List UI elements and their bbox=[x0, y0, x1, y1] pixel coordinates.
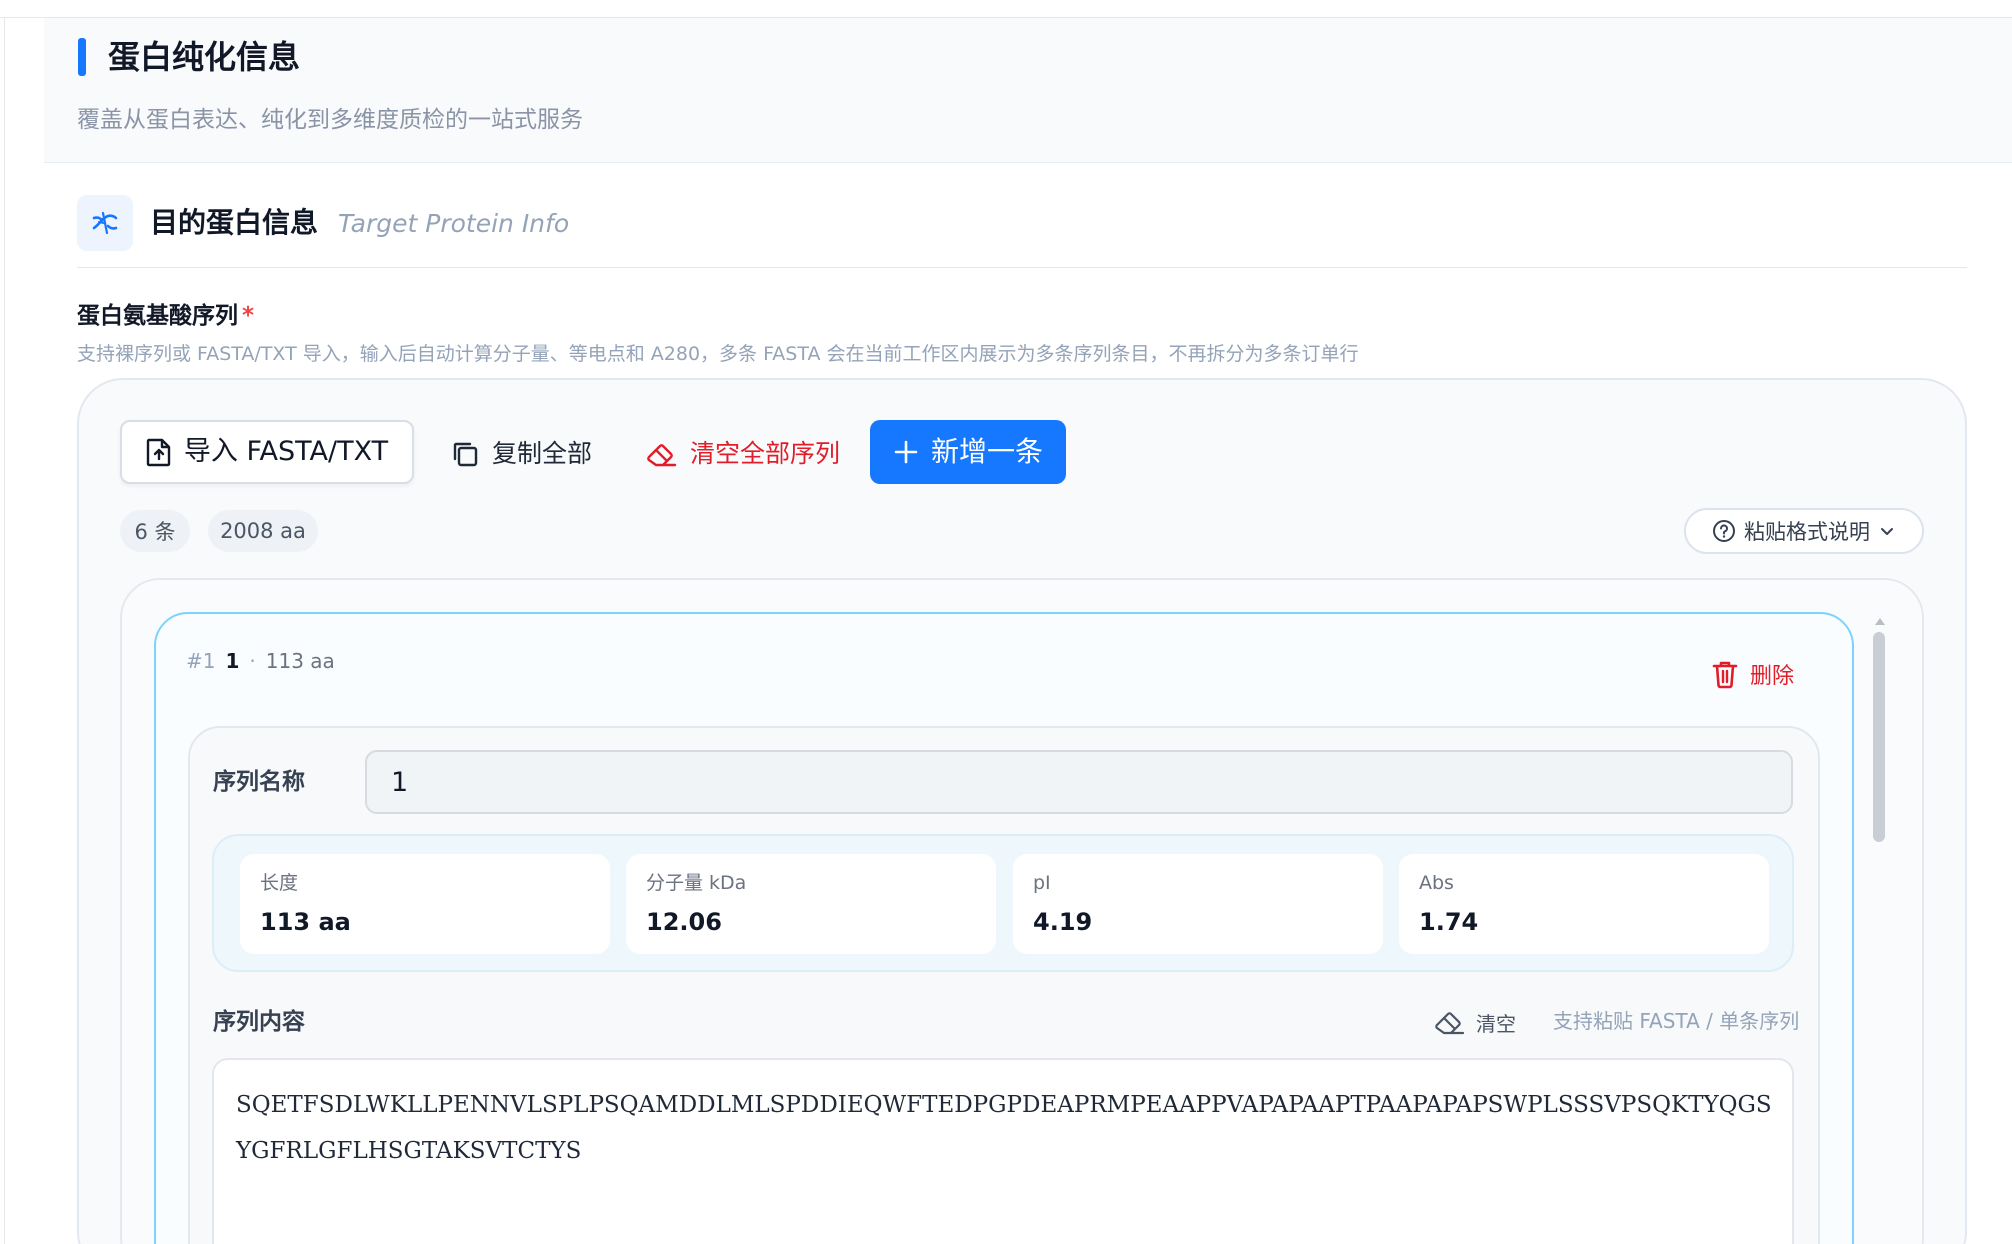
sequence-card-length: 113 aa bbox=[265, 649, 335, 673]
section-subtitle: 覆盖从蛋白表达、纯化到多维度质检的一站式服务 bbox=[77, 107, 583, 133]
clear-sequence-label: 清空 bbox=[1476, 1011, 1516, 1036]
sequence-card-header: #1 1 · 113 aa bbox=[186, 646, 335, 676]
total-length-badge: 2008 aa bbox=[208, 510, 318, 552]
delete-sequence-button[interactable]: 删除 bbox=[1712, 654, 1794, 694]
stat-value: 4.19 bbox=[1033, 908, 1093, 936]
help-circle-icon bbox=[1712, 519, 1736, 543]
clear-all-button[interactable]: 清空全部序列 bbox=[646, 426, 840, 482]
separator-dot: · bbox=[249, 649, 256, 673]
sequence-index: #1 bbox=[186, 649, 216, 673]
stat-abs: Abs 1.74 bbox=[1399, 854, 1769, 954]
stat-value: 1.74 bbox=[1419, 908, 1479, 936]
sequence-name-input[interactable] bbox=[365, 750, 1793, 814]
delete-sequence-label: 删除 bbox=[1750, 664, 1795, 689]
stat-length: 长度 113 aa bbox=[240, 854, 610, 954]
copy-all-label: 复制全部 bbox=[492, 439, 593, 468]
copy-all-button[interactable]: 复制全部 bbox=[450, 426, 592, 482]
import-fasta-label: 导入 FASTA/TXT bbox=[183, 436, 389, 467]
paste-format-help-label: 粘贴格式说明 bbox=[1744, 520, 1870, 544]
section-accent-bar bbox=[78, 38, 86, 76]
stat-pi: pI 4.19 bbox=[1013, 854, 1383, 954]
sequence-field-label: 蛋白氨基酸序列 * bbox=[77, 300, 254, 332]
stat-label: Abs bbox=[1419, 872, 1454, 894]
sequence-content-label: 序列内容 bbox=[213, 1009, 305, 1035]
sequence-text: SQETFSDLWKLLPENNVLSPLPSQAMDDLMLSPDDIEQWF… bbox=[236, 1092, 1772, 1164]
sequence-count-badge: 6 条 bbox=[120, 510, 190, 552]
sequence-field-help: 支持裸序列或 FASTA/TXT 导入，输入后自动计算分子量、等电点和 A280… bbox=[77, 343, 1359, 365]
section-title: 蛋白纯化信息 bbox=[108, 38, 301, 76]
stat-value: 113 aa bbox=[260, 908, 351, 936]
add-sequence-button[interactable]: 新增一条 bbox=[870, 420, 1066, 484]
target-info-subtitle: Target Protein Info bbox=[338, 209, 570, 238]
copy-icon bbox=[450, 439, 480, 469]
scrollbar-thumb[interactable] bbox=[1873, 632, 1885, 842]
left-divider bbox=[4, 18, 5, 1244]
add-sequence-label: 新增一条 bbox=[930, 435, 1043, 468]
eraser-icon bbox=[1434, 1007, 1466, 1037]
eraser-icon bbox=[646, 439, 678, 469]
clear-sequence-button[interactable]: 清空 bbox=[1434, 1004, 1516, 1040]
dna-icon bbox=[77, 195, 133, 251]
stat-molecular-weight: 分子量 kDa 12.06 bbox=[626, 854, 996, 954]
top-divider bbox=[0, 0, 2012, 18]
stat-label: pI bbox=[1033, 872, 1051, 894]
stat-label: 长度 bbox=[260, 872, 299, 894]
stat-value: 12.06 bbox=[646, 908, 722, 936]
target-info-title: 目的蛋白信息 bbox=[150, 206, 319, 239]
file-upload-icon bbox=[146, 437, 172, 467]
sequence-field-label-text: 蛋白氨基酸序列 bbox=[77, 303, 238, 329]
sequence-content-hint: 支持粘贴 FASTA / 单条序列 bbox=[1553, 1009, 1800, 1033]
sequence-textarea[interactable]: SQETFSDLWKLLPENNVLSPLPSQAMDDLMLSPDDIEQWF… bbox=[212, 1058, 1794, 1244]
scroll-up-arrow-icon[interactable] bbox=[1875, 618, 1885, 625]
stat-label: 分子量 kDa bbox=[646, 872, 747, 894]
chevron-down-icon bbox=[1878, 522, 1896, 540]
paste-format-help-button[interactable]: 粘贴格式说明 bbox=[1684, 508, 1924, 554]
page: 蛋白纯化信息 覆盖从蛋白表达、纯化到多维度质检的一站式服务 目的蛋白信息 Tar… bbox=[0, 0, 2012, 1244]
clear-all-label: 清空全部序列 bbox=[690, 439, 841, 468]
import-fasta-button[interactable]: 导入 FASTA/TXT bbox=[120, 420, 414, 484]
sequence-name-label: 序列名称 bbox=[213, 769, 305, 795]
sequence-card-name: 1 bbox=[225, 649, 240, 673]
section-header: 蛋白纯化信息 覆盖从蛋白表达、纯化到多维度质检的一站式服务 bbox=[44, 18, 2012, 163]
divider bbox=[77, 267, 1967, 268]
plus-icon bbox=[893, 439, 919, 465]
required-mark: * bbox=[242, 303, 255, 329]
trash-icon bbox=[1712, 659, 1738, 689]
